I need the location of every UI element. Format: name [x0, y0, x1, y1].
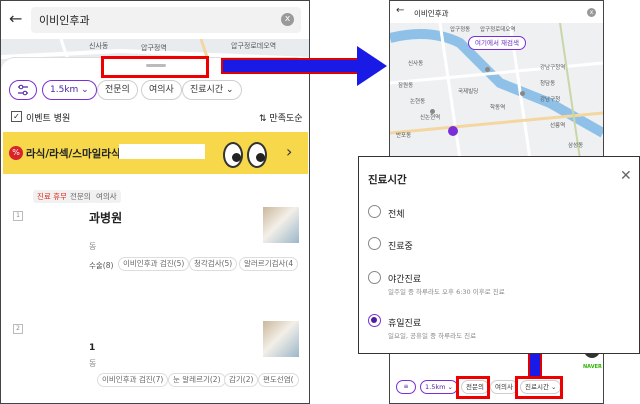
option-desc-holiday: 일요일, 공휴일 중 하루라도 진료 [388, 332, 477, 340]
back-arrow-icon[interactable]: ← [9, 9, 27, 29]
sort-button[interactable]: ⇅ 만족도순 [259, 111, 303, 124]
distance-label: 1.5km [50, 85, 79, 95]
distance-label: 1.5km [425, 383, 446, 391]
female-doctor-filter[interactable]: 여의사 [141, 80, 182, 100]
map-label: 잠원동 [398, 83, 414, 89]
specialist-highlight-box [456, 376, 490, 399]
specialist-filter[interactable]: 전문의 [97, 80, 138, 100]
banner-redacted-area [119, 144, 205, 159]
review-tag: 청각검사(5) [189, 257, 238, 271]
mascot-pupil-icon [232, 153, 241, 162]
map-label: 신사동 [89, 42, 109, 50]
option-label-open-now[interactable]: 진료중 [388, 239, 413, 252]
map-pin-icon[interactable] [448, 126, 458, 136]
option-label-holiday[interactable]: 휴일진료 [388, 316, 421, 329]
review-tag: 감기(2) [224, 373, 259, 387]
search-input[interactable]: 이비인후과 [414, 8, 449, 19]
hospital-location: 동 [89, 359, 97, 368]
review-tag: 편도선염( [258, 373, 299, 387]
map-label: 반포동 [396, 133, 412, 139]
map-label: 국제빌딩 [458, 89, 479, 95]
hours-highlight-box [515, 376, 563, 399]
option-desc-night: 일주일 중 하루라도 오후 6:30 이후로 진료 [388, 288, 505, 296]
review-tag: 이비인후과 검진(5) [118, 257, 190, 271]
map-label: 신논현역 [420, 115, 441, 121]
handle-highlight-box [101, 56, 209, 78]
chevron-down-icon: ⌄ [447, 383, 453, 391]
sort-label: 만족도순 [269, 114, 303, 124]
review-tag: 수술(8) [89, 261, 114, 270]
option-label-night[interactable]: 야간진료 [388, 272, 421, 285]
naver-logo: NAVER [583, 364, 602, 370]
sort-icon: ⇅ [259, 114, 267, 124]
radio-night[interactable] [368, 271, 381, 284]
search-input[interactable]: 이비인후과 [39, 12, 90, 28]
right-arrow-annotation [221, 58, 359, 74]
radio-open-now[interactable] [368, 237, 381, 250]
close-icon[interactable]: ✕ [620, 168, 632, 184]
back-arrow-icon[interactable]: ← [396, 5, 404, 16]
map-label: 압구정동 [450, 27, 471, 33]
clear-icon[interactable]: x [587, 8, 596, 17]
hours-label: 진료시간 [190, 85, 224, 95]
banner-text: 라식/라섹/스마일라식 [26, 148, 121, 160]
result-index: 1 [13, 211, 23, 221]
percent-badge-icon: % [9, 146, 23, 160]
map-screen: ← 이비인후과 x 압구정동 압구정로데오역 신사동 강남구청역 잠원동 논현동… [389, 0, 604, 160]
radio-holiday[interactable] [368, 314, 381, 327]
hospital-thumbnail[interactable] [263, 207, 299, 243]
distance-filter[interactable]: 1.5km ⌄ [420, 380, 458, 394]
review-tag: 알러르기검사(4 [239, 257, 299, 271]
map-label: 신사동 [408, 61, 424, 67]
map-label: 강남구청역 [540, 65, 566, 71]
review-tag: 이비인후과 검진(7) [97, 373, 169, 387]
chevron-down-icon: ⌄ [226, 85, 234, 95]
map-label: 선릉역 [550, 123, 566, 129]
event-checkbox-label: 이벤트 병원 [26, 114, 71, 124]
option-label-all[interactable]: 전체 [388, 207, 405, 220]
female-doctor-tag: 여의사 [92, 190, 121, 203]
hospital-name[interactable]: 1 [89, 343, 95, 353]
result-index: 2 [13, 324, 23, 334]
map-label: 압구정로데오역 [231, 42, 277, 50]
review-tag: 눈 알레르기(2) [168, 373, 226, 387]
map-dot-icon [520, 91, 525, 96]
filter-settings-button[interactable] [9, 80, 37, 100]
chevron-down-icon: ⌄ [81, 85, 89, 95]
filter-settings-button[interactable]: ≡ [396, 380, 416, 394]
hospital-location: 동 [89, 242, 97, 251]
radio-all[interactable] [368, 205, 381, 218]
hospital-thumbnail[interactable] [263, 321, 299, 357]
map-label: 압구정역 [141, 44, 167, 52]
female-doctor-filter[interactable]: 여의사 [490, 380, 518, 394]
chevron-right-icon[interactable]: › [286, 142, 292, 161]
research-here-button[interactable]: 여기에서 재검색 [468, 36, 526, 50]
hours-filter[interactable]: 진료시간 ⌄ [182, 80, 242, 100]
clear-icon[interactable]: x [281, 13, 294, 26]
event-checkbox[interactable]: ✓ [11, 111, 22, 122]
map-label: 압구정로데오역 [480, 27, 516, 33]
map-dot-icon [430, 109, 435, 114]
map-label: 강남구청 [540, 97, 561, 103]
map-label: 학동역 [490, 105, 506, 111]
map-dot-icon [485, 67, 490, 72]
map-label: 논현동 [410, 99, 426, 105]
mascot-pupil-icon [256, 153, 265, 162]
right-arrowhead-annotation [357, 46, 387, 86]
sliders-icon [18, 84, 28, 96]
distance-filter[interactable]: 1.5km ⌄ [42, 80, 97, 100]
hospital-name[interactable]: 과병원 [89, 209, 122, 226]
bottom-screen [389, 352, 604, 404]
specialist-tag: 전문의 [66, 190, 95, 203]
popup-title: 진료시간 [368, 174, 407, 186]
map-label: 청담동 [540, 81, 556, 87]
map-label: 삼성동 [568, 143, 584, 149]
